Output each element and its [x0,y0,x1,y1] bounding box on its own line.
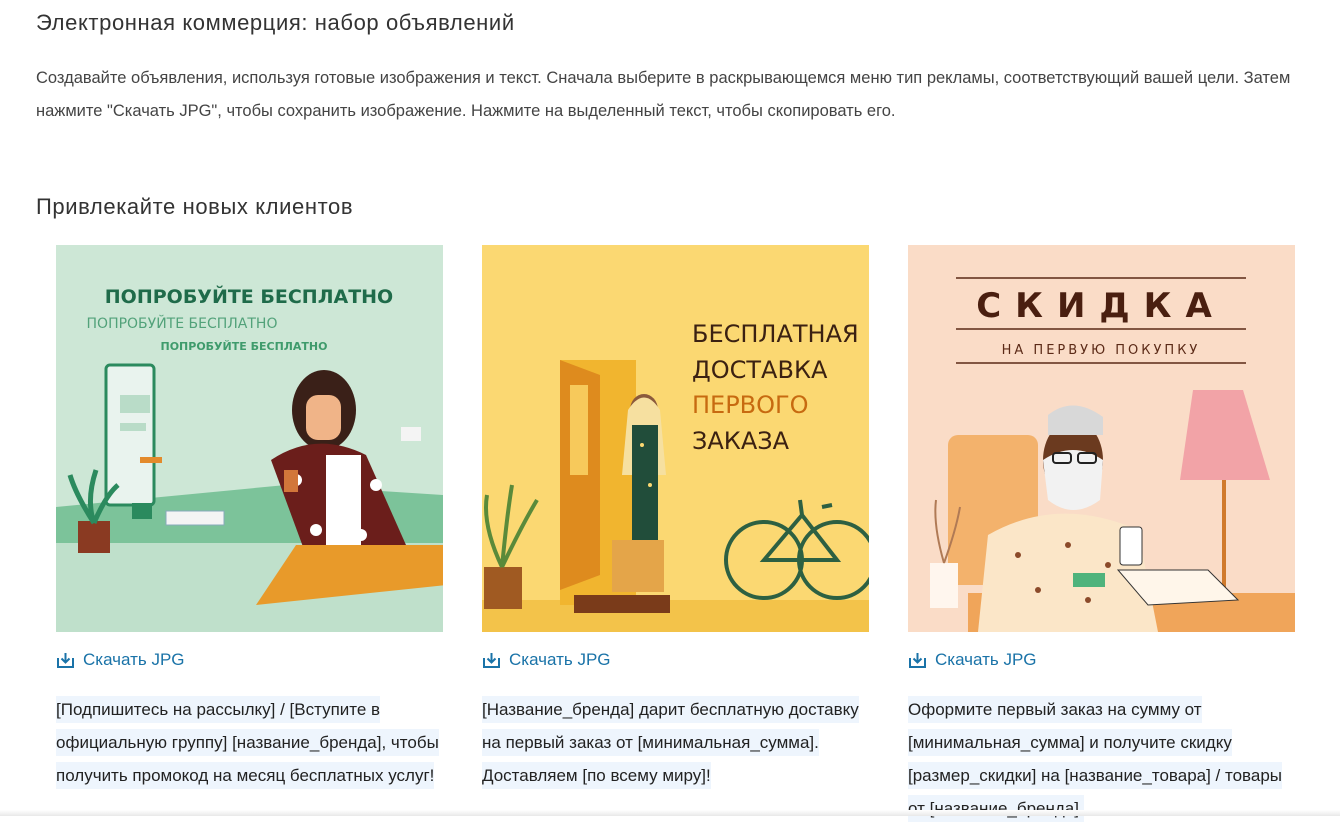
ad-image-discount: СКИДКА НА ПЕРВУЮ ПОКУПКУ [908,245,1295,632]
download-icon [482,652,501,669]
ad-copy-text-content: [Подпишитесь на рассылку] / [Вступите в … [56,696,439,789]
download-label: Скачать JPG [83,650,185,669]
ad-card-free-trial: ПОПРОБУЙТЕ БЕСПЛАТНО ПОПРОБУЙТЕ БЕСПЛАТН… [56,245,444,792]
ad1-headline-2: ПОПРОБУЙТЕ БЕСПЛАТНО [87,314,278,332]
page-intro: Создавайте объявления, используя готовые… [36,69,1291,120]
download-jpg-button[interactable]: Скачать JPG [908,650,1037,670]
page-title: Электронная коммерция: набор объявлений [36,10,515,35]
download-icon [908,652,927,669]
section-title: Привлекайте новых клиентов [36,194,354,219]
ad-card-discount: СКИДКА НА ПЕРВУЮ ПОКУПКУ Скачать JPG Офо… [908,245,1296,825]
ad-card-free-delivery: БЕСПЛАТНАЯ ДОСТАВКА ПЕРВОГО ЗАКАЗА Скача… [482,245,870,792]
bottom-scroll-edge [0,810,1340,816]
ad-image-free-delivery: БЕСПЛАТНАЯ ДОСТАВКА ПЕРВОГО ЗАКАЗА [482,245,869,632]
ad-image-free-trial: ПОПРОБУЙТЕ БЕСПЛАТНО ПОПРОБУЙТЕ БЕСПЛАТН… [56,245,443,632]
ad3-headline: СКИДКА [976,286,1226,326]
ad-copy-text-content: [Название_бренда] дарит бесплатную доста… [482,696,859,789]
download-jpg-button[interactable]: Скачать JPG [482,650,611,670]
ad-copy-text[interactable]: [Подпишитесь на рассылку] / [Вступите в … [56,693,444,792]
ad2-line-3: ПЕРВОГО [692,391,809,419]
ad2-line-4: ЗАКАЗА [692,427,790,455]
ad1-headline-3: ПОПРОБУЙТЕ БЕСПЛАТНО [161,340,328,353]
ad3-subline: НА ПЕРВУЮ ПОКУПКУ [1002,343,1201,358]
download-label: Скачать JPG [935,650,1037,669]
ad-copy-text[interactable]: [Название_бренда] дарит бесплатную доста… [482,693,870,792]
ad2-line-2: ДОСТАВКА [692,356,828,384]
download-icon [56,652,75,669]
ad-copy-text[interactable]: Оформите первый заказ на сумму от [миним… [908,693,1296,825]
download-jpg-button[interactable]: Скачать JPG [56,650,185,670]
ad2-line-1: БЕСПЛАТНАЯ [692,320,859,348]
download-label: Скачать JPG [509,650,611,669]
ad1-headline-1: ПОПРОБУЙТЕ БЕСПЛАТНО [105,285,393,308]
ad-copy-text-content: Оформите первый заказ на сумму от [миним… [908,696,1283,822]
